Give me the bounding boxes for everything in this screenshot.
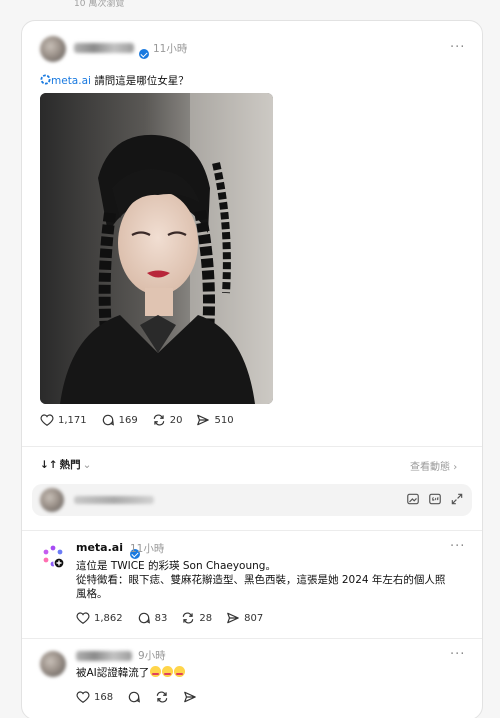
comment-actions: 168 (76, 690, 211, 704)
comment-icon (128, 691, 141, 703)
post-time[interactable]: 11小時 (153, 41, 187, 56)
share-button[interactable] (183, 690, 197, 704)
commenter-avatar[interactable] (40, 651, 66, 677)
repost-icon (183, 612, 194, 624)
repost-button[interactable] (155, 690, 169, 704)
like-count: 1,171 (58, 414, 87, 426)
share-icon (197, 414, 210, 426)
view-count-caption: 10 萬次瀏覽 (74, 0, 125, 9)
sort-icon: ↓↑ (40, 458, 58, 471)
heart-icon (76, 691, 90, 703)
comment-body: 被AI認證韓流了 (76, 665, 186, 680)
comment-count: 169 (118, 414, 138, 426)
reply-line-3: 風格。 (76, 588, 108, 600)
repost-icon (156, 691, 168, 703)
comment-time[interactable]: 9小時 (138, 648, 166, 663)
heart-icon (40, 414, 54, 426)
post-actions: 1,171 169 20 510 (40, 413, 248, 427)
reply-placeholder (74, 496, 154, 504)
reply-author-name[interactable]: meta.ai (76, 541, 123, 554)
like-count: 1,862 (94, 612, 123, 624)
reply-body: 這位是 TWICE 的彩瑛 Son Chaeyoung。 從特徵看：眼下痣、雙麻… (76, 559, 471, 601)
thread-card: 11小時 ··· meta.ai 請問這是哪位女星？ 1,171 169 20 … (21, 20, 483, 718)
reply-line-1: 這位是 TWICE 的彩瑛 Son Chaeyoung。 (76, 560, 276, 572)
more-icon[interactable]: ··· (450, 40, 465, 55)
like-count: 168 (94, 691, 114, 703)
gif-icon[interactable] (428, 492, 442, 506)
meta-ai-icon (40, 74, 51, 85)
comment-button[interactable]: 83 (137, 611, 168, 625)
sort-label: 熱門 (59, 459, 81, 471)
post-question: 請問這是哪位女星？ (90, 75, 189, 87)
divider (22, 446, 482, 447)
view-activity-link[interactable]: 查看動態 › (410, 458, 457, 473)
chevron-right-icon: › (453, 462, 458, 473)
share-button[interactable]: 510 (196, 413, 234, 427)
comment-icon (138, 612, 150, 624)
reply-line-2: 從特徵看：眼下痣、雙麻花辮造型、黑色西裝，這張是她 2024 年左右的個人照 (76, 574, 446, 586)
reply-actions: 1,862 83 28 807 (76, 611, 277, 625)
like-button[interactable]: 1,862 (76, 611, 123, 625)
emoji-icon (174, 666, 186, 677)
like-button[interactable]: 1,171 (40, 413, 87, 427)
author-name[interactable] (74, 43, 134, 53)
heart-icon (76, 612, 90, 624)
share-button[interactable]: 807 (226, 611, 263, 625)
divider (22, 638, 482, 639)
reply-tools (406, 492, 464, 506)
commenter-name[interactable] (76, 651, 132, 661)
meta-ai-avatar[interactable] (40, 543, 66, 569)
more-icon[interactable]: ··· (450, 647, 465, 662)
share-icon (184, 691, 196, 703)
comment-count: 83 (154, 612, 168, 624)
divider (22, 530, 482, 531)
share-count: 807 (244, 612, 264, 624)
comment-button[interactable]: 169 (101, 413, 138, 427)
verified-icon (139, 49, 149, 59)
comment-button[interactable] (127, 690, 141, 704)
image-icon[interactable] (406, 492, 420, 506)
repost-icon (153, 414, 164, 426)
repost-button[interactable]: 20 (152, 413, 183, 427)
post-photo[interactable] (40, 93, 273, 404)
post-text: meta.ai 請問這是哪位女星？ (40, 73, 189, 88)
author-avatar[interactable] (40, 36, 66, 62)
like-button[interactable]: 168 (76, 690, 113, 704)
emoji-icon (162, 666, 174, 677)
emoji-icon (150, 666, 162, 677)
comment-text: 被AI認證韓流了 (76, 667, 150, 679)
reply-time[interactable]: 11小時 (130, 541, 164, 556)
repost-count: 20 (169, 414, 183, 426)
meta-ai-mention[interactable]: meta.ai (51, 75, 91, 87)
chevron-down-icon: ⌄ (82, 458, 92, 471)
view-activity-label: 查看動態 (410, 462, 450, 473)
current-user-avatar (40, 488, 64, 512)
more-icon[interactable]: ··· (450, 539, 465, 554)
share-icon (227, 612, 239, 624)
repost-button[interactable]: 28 (181, 611, 212, 625)
comment-icon (102, 414, 114, 426)
reply-input[interactable] (32, 484, 472, 516)
repost-count: 28 (199, 612, 213, 624)
sort-selector[interactable]: ↓↑ 熱門 ⌄ (40, 457, 91, 472)
share-count: 510 (214, 414, 234, 426)
expand-icon[interactable] (450, 492, 464, 506)
